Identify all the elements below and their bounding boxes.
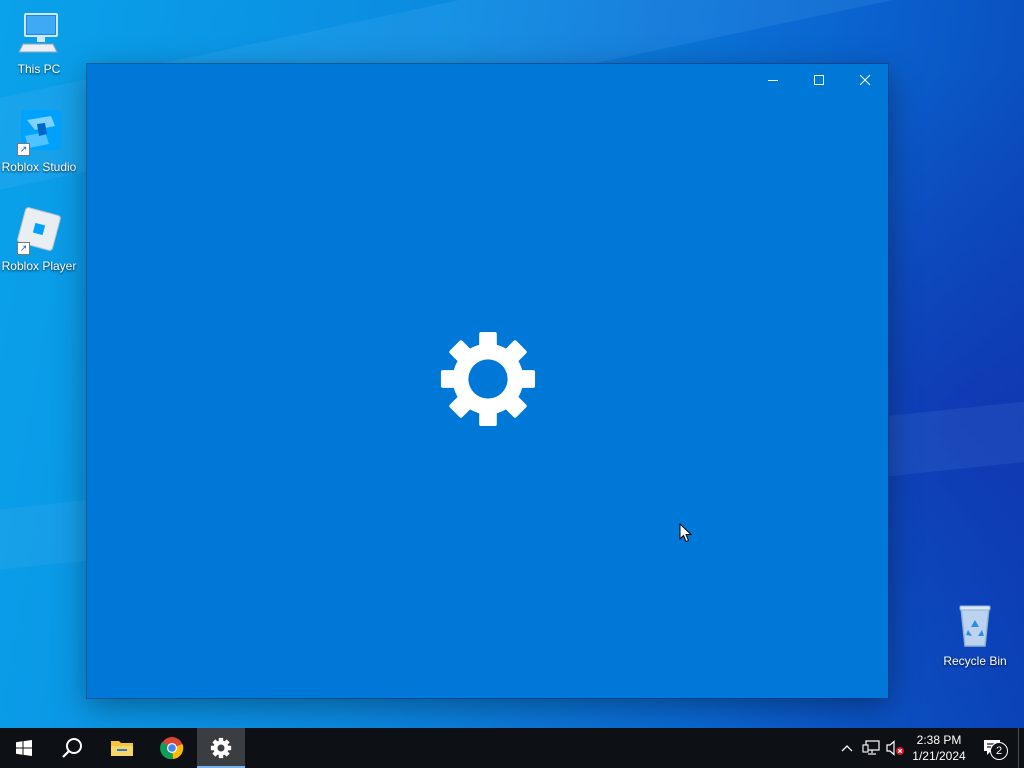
desktop-icon-label: Roblox Studio xyxy=(1,160,77,174)
shortcut-arrow-icon: ↗ xyxy=(17,143,30,156)
desktop-icon-label: Roblox Player xyxy=(1,259,77,273)
minimize-button[interactable] xyxy=(750,64,796,96)
mouse-cursor-icon xyxy=(679,522,693,548)
roblox-studio-icon: ↗ xyxy=(15,108,63,156)
desktop-icon-label: Recycle Bin xyxy=(943,654,1007,668)
show-hidden-icons-button[interactable] xyxy=(838,738,856,758)
desktop-icon-label: This PC xyxy=(17,62,61,76)
folder-icon xyxy=(111,741,133,756)
recycle-bin-icon xyxy=(951,602,999,650)
clock-button[interactable]: 2:38 PM 1/21/2024 xyxy=(906,732,972,764)
clock-date: 1/21/2024 xyxy=(912,749,966,763)
taskbar: 2:38 PM 1/21/2024 2 xyxy=(0,728,1024,768)
computer-icon xyxy=(15,10,63,58)
close-icon xyxy=(859,74,871,86)
network-icon xyxy=(862,740,880,755)
chevron-up-icon xyxy=(841,745,853,752)
shortcut-arrow-icon: ↗ xyxy=(17,242,30,255)
notification-count-badge: 2 xyxy=(990,742,1008,760)
desktop-icon-roblox-studio[interactable]: ↗ Roblox Studio xyxy=(0,108,78,174)
search-icon xyxy=(62,738,82,758)
roblox-player-icon: ↗ xyxy=(15,207,63,255)
maximize-button[interactable] xyxy=(796,64,842,96)
start-button[interactable] xyxy=(0,728,48,768)
search-button[interactable] xyxy=(48,728,96,768)
gear-icon xyxy=(210,737,232,759)
volume-muted-icon xyxy=(886,740,904,756)
network-button[interactable] xyxy=(860,738,882,758)
chrome-icon xyxy=(160,737,184,760)
settings-splash-gear-icon xyxy=(439,330,537,428)
desktop-icon-this-pc[interactable]: This PC xyxy=(0,10,78,76)
file-explorer-button[interactable] xyxy=(98,728,146,768)
chrome-button[interactable] xyxy=(148,728,196,768)
desktop-icon-roblox-player[interactable]: ↗ Roblox Player xyxy=(0,207,78,273)
close-button[interactable] xyxy=(842,64,888,96)
action-center-button[interactable]: 2 xyxy=(980,738,1008,760)
show-desktop-button[interactable] xyxy=(1018,728,1024,768)
desktop-icon-recycle-bin[interactable]: Recycle Bin xyxy=(936,602,1014,668)
volume-button[interactable] xyxy=(884,738,906,758)
clock-time: 2:38 PM xyxy=(916,733,962,747)
settings-window[interactable] xyxy=(87,64,888,698)
minimize-icon xyxy=(768,80,778,81)
settings-taskbar-button[interactable] xyxy=(197,728,245,768)
windows-logo-icon xyxy=(16,740,32,756)
desktop[interactable]: This PC ↗ Roblox Studio ↗ Roblox Player … xyxy=(0,0,1024,728)
maximize-icon xyxy=(814,75,824,85)
